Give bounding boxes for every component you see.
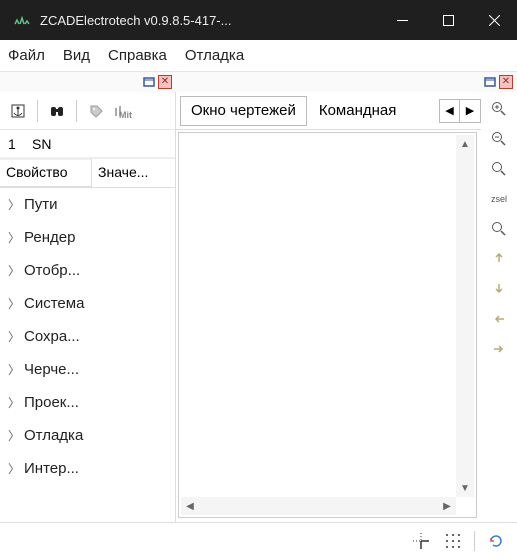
zoom-extents-icon[interactable] bbox=[488, 158, 510, 180]
tree-item-render[interactable]: 〉Рендер bbox=[0, 221, 175, 254]
panel-minimize-icon[interactable] bbox=[142, 75, 156, 89]
tab-drawings[interactable]: Окно чертежей bbox=[180, 96, 307, 126]
horizontal-scrollbar[interactable]: ◀ ▶ bbox=[181, 497, 456, 515]
chevron-right-icon: 〉 bbox=[8, 262, 24, 279]
tree-item-project[interactable]: 〉Проек... bbox=[0, 386, 175, 419]
chevron-right-icon: 〉 bbox=[8, 460, 24, 477]
vertical-scrollbar[interactable]: ▲ ▼ bbox=[456, 135, 474, 497]
pan-up-icon[interactable] bbox=[488, 248, 510, 270]
titlebar: ZCADElectrotech v0.9.8.5-417-... bbox=[0, 0, 517, 40]
app-icon bbox=[14, 14, 30, 26]
tab-command[interactable]: Командная bbox=[309, 96, 407, 126]
grid-origin-icon[interactable] bbox=[410, 530, 432, 552]
maximize-button[interactable] bbox=[425, 0, 471, 40]
menu-help[interactable]: Справка bbox=[108, 47, 167, 64]
tree-item-debug[interactable]: 〉Отладка bbox=[0, 419, 175, 452]
panel-close-icon[interactable]: ✕ bbox=[499, 75, 513, 89]
chevron-right-icon: 〉 bbox=[8, 328, 24, 345]
scroll-down-icon[interactable]: ▼ bbox=[456, 479, 474, 497]
row-index: 1 SN bbox=[0, 130, 175, 158]
tabs-row: Окно чертежей Командная ◀ ▶ bbox=[176, 92, 481, 130]
menubar: Файл Вид Справка Отладка bbox=[0, 40, 517, 72]
scroll-left-icon[interactable]: ◀ bbox=[181, 497, 199, 515]
separator bbox=[37, 100, 38, 122]
scroll-right-icon[interactable]: ▶ bbox=[438, 497, 456, 515]
properties-tree: 〉Пути 〉Рендер 〉Отобр... 〉Система 〉Сохра.… bbox=[0, 188, 175, 522]
tree-item-system[interactable]: 〉Система bbox=[0, 287, 175, 320]
chevron-right-icon: 〉 bbox=[8, 361, 24, 378]
separator bbox=[474, 531, 475, 551]
binoculars-icon[interactable] bbox=[45, 98, 69, 124]
properties-panel: Mit 1 SN Свойство Значе... 〉Пути 〉Рендер… bbox=[0, 92, 176, 522]
left-panel-header: ✕ bbox=[0, 72, 176, 92]
chevron-right-icon: 〉 bbox=[8, 394, 24, 411]
tree-item-draw[interactable]: 〉Черче... bbox=[0, 353, 175, 386]
scroll-up-icon[interactable]: ▲ bbox=[456, 135, 474, 153]
tree-item-display[interactable]: 〉Отобр... bbox=[0, 254, 175, 287]
pan-down-icon[interactable] bbox=[488, 278, 510, 300]
tab-prev-button[interactable]: ◀ bbox=[440, 100, 460, 122]
zoom-window-icon[interactable] bbox=[488, 218, 510, 240]
anchor-icon[interactable] bbox=[6, 98, 30, 124]
row-sn: SN bbox=[32, 136, 51, 152]
chevron-right-icon: 〉 bbox=[8, 295, 24, 312]
minimize-button[interactable] bbox=[379, 0, 425, 40]
chevron-right-icon: 〉 bbox=[8, 427, 24, 444]
panel-minimize-icon[interactable] bbox=[483, 75, 497, 89]
zoom-out-icon[interactable] bbox=[488, 128, 510, 150]
tree-item-paths[interactable]: 〉Пути bbox=[0, 188, 175, 221]
window-title: ZCADElectrotech v0.9.8.5-417-... bbox=[40, 13, 231, 28]
mit-icon[interactable]: Mit bbox=[112, 98, 136, 124]
panel-close-icon[interactable]: ✕ bbox=[158, 75, 172, 89]
pan-right-icon[interactable] bbox=[488, 338, 510, 360]
properties-header: Свойство Значе... bbox=[0, 158, 175, 188]
col-value[interactable]: Значе... bbox=[92, 158, 175, 187]
menu-view[interactable]: Вид bbox=[63, 47, 90, 64]
pan-left-icon[interactable] bbox=[488, 308, 510, 330]
tab-nav: ◀ ▶ bbox=[439, 99, 481, 123]
col-property[interactable]: Свойство bbox=[0, 158, 92, 187]
tree-item-save[interactable]: 〉Сохра... bbox=[0, 320, 175, 353]
menu-debug[interactable]: Отладка bbox=[185, 47, 244, 64]
refresh-icon[interactable] bbox=[485, 530, 507, 552]
tree-item-interface[interactable]: 〉Интер... bbox=[0, 452, 175, 485]
close-button[interactable] bbox=[471, 0, 517, 40]
row-number: 1 bbox=[8, 136, 32, 152]
tab-next-button[interactable]: ▶ bbox=[460, 100, 480, 122]
statusbar bbox=[0, 522, 517, 558]
right-toolbar: zsel bbox=[481, 92, 517, 522]
separator bbox=[76, 100, 77, 122]
center-panel: Окно чертежей Командная ◀ ▶ ▲ ▼ ◀ ▶ bbox=[176, 92, 481, 522]
zoom-in-icon[interactable] bbox=[488, 98, 510, 120]
grid-snap-icon[interactable] bbox=[442, 530, 464, 552]
properties-toolbar: Mit bbox=[0, 92, 175, 130]
center-panel-header: ✕ bbox=[176, 72, 517, 92]
zoom-selection-label[interactable]: zsel bbox=[488, 188, 510, 210]
tag-icon[interactable] bbox=[84, 98, 108, 124]
menu-file[interactable]: Файл bbox=[8, 47, 45, 64]
chevron-right-icon: 〉 bbox=[8, 196, 24, 213]
drawing-canvas[interactable]: ▲ ▼ ◀ ▶ bbox=[178, 132, 477, 518]
chevron-right-icon: 〉 bbox=[8, 229, 24, 246]
